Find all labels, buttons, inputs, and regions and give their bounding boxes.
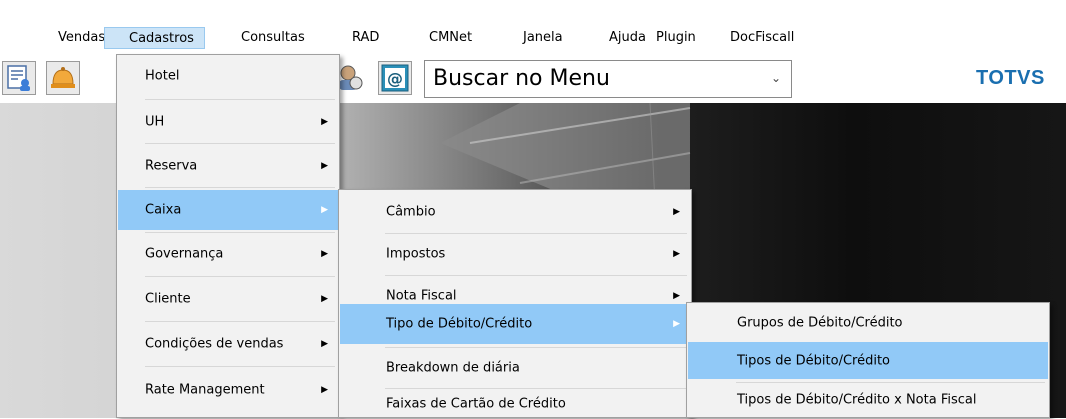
menu-separator <box>145 321 335 322</box>
menuitem-label: Impostos <box>386 246 446 262</box>
menu-consultas[interactable]: Consultas <box>241 27 305 49</box>
menuitem-condicoes-de-vendas[interactable]: Condições de vendas ▶ <box>118 323 338 365</box>
menu-bar: Vendas Cadastros Consultas RAD CMNet Jan… <box>0 0 1066 55</box>
menuitem-label: Breakdown de diária <box>386 360 520 376</box>
menu-separator <box>145 143 335 144</box>
menu-janela[interactable]: Janela <box>523 27 563 49</box>
bell-icon <box>51 67 75 88</box>
menuitem-uh[interactable]: UH ▶ <box>118 101 338 143</box>
menuitem-label: UH <box>145 114 165 130</box>
menu-rad[interactable]: RAD <box>352 27 379 49</box>
menuitem-grupos-de-debito-credito[interactable]: Grupos de Débito/Crédito <box>688 305 1048 341</box>
submenu-arrow-icon: ▶ <box>673 249 680 259</box>
menu-vendas[interactable]: Vendas <box>58 27 105 49</box>
menu-caixa-submenu: Câmbio ▶ Impostos ▶ Nota Fiscal ▶ Tipo d… <box>338 189 692 418</box>
menu-separator <box>145 99 335 100</box>
menuitem-label: Condições de vendas <box>145 336 284 352</box>
menuitem-label: Governança <box>145 246 224 262</box>
menuitem-tipos-de-debito-credito[interactable]: Tipos de Débito/Crédito <box>688 342 1048 379</box>
guest-card-icon <box>7 65 30 91</box>
guest-card-button[interactable] <box>2 61 36 95</box>
menu-ajuda[interactable]: Ajuda <box>609 27 646 49</box>
brand-logo: TOTVS <box>976 67 1045 89</box>
menu-docfiscall[interactable]: DocFiscall <box>730 27 794 49</box>
menuitem-label: Faixas de Cartão de Crédito <box>386 396 566 412</box>
menuitem-cambio[interactable]: Câmbio ▶ <box>340 192 690 232</box>
submenu-arrow-icon: ▶ <box>321 117 328 127</box>
menuitem-cliente[interactable]: Cliente ▶ <box>118 278 338 320</box>
menuitem-label: Grupos de Débito/Crédito <box>737 315 903 331</box>
menuitem-rate-management[interactable]: Rate Management ▶ <box>118 368 338 412</box>
submenu-arrow-icon: ▶ <box>321 249 328 259</box>
submenu-arrow-icon: ▶ <box>321 294 328 304</box>
menu-search-combobox[interactable]: Buscar no Menu ⌄ <box>424 60 792 98</box>
menuitem-reserva[interactable]: Reserva ▶ <box>118 145 338 187</box>
menuitem-label: Hotel <box>145 68 180 84</box>
menuitem-impostos[interactable]: Impostos ▶ <box>340 234 690 274</box>
menuitem-faixas-de-cartao-de-credito[interactable]: Faixas de Cartão de Crédito <box>340 389 690 419</box>
email-button[interactable]: @ <box>378 61 412 95</box>
menu-search-value: Buscar no Menu <box>433 66 610 91</box>
menuitem-label: Nota Fiscal <box>386 288 457 304</box>
menuitem-caixa[interactable]: Caixa ▶ <box>118 190 338 230</box>
menuitem-governanca[interactable]: Governança ▶ <box>118 233 338 275</box>
menuitem-hotel[interactable]: Hotel <box>118 57 338 95</box>
menu-cadastros-dropdown: Hotel UH ▶ Reserva ▶ Caixa ▶ Governança … <box>116 54 340 418</box>
menu-cadastros[interactable]: Cadastros <box>104 27 205 49</box>
menu-separator <box>145 187 335 188</box>
menu-separator <box>145 366 335 367</box>
menuitem-label: Tipo de Débito/Crédito <box>386 316 533 332</box>
menuitem-breakdown-de-diaria[interactable]: Breakdown de diária <box>340 348 690 388</box>
svg-text:@: @ <box>387 69 403 88</box>
menuitem-label: Reserva <box>145 158 198 174</box>
menu-plugin[interactable]: Plugin <box>656 27 696 49</box>
email-at-icon: @ <box>381 64 409 92</box>
menuitem-label: Cliente <box>145 291 191 307</box>
menuitem-tipos-de-debito-credito-x-nota-fiscal[interactable]: Tipos de Débito/Crédito x Nota Fiscal <box>688 383 1048 417</box>
menuitem-label: Câmbio <box>386 204 436 220</box>
submenu-arrow-icon: ▶ <box>673 207 680 217</box>
menuitem-label: Tipos de Débito/Crédito x Nota Fiscal <box>737 392 977 408</box>
submenu-arrow-icon: ▶ <box>321 205 328 215</box>
menuitem-label: Rate Management <box>145 382 265 398</box>
submenu-arrow-icon: ▶ <box>673 291 680 301</box>
menu-cmnet[interactable]: CMNet <box>429 27 472 49</box>
menuitem-label: Caixa <box>145 202 182 218</box>
menu-separator <box>145 276 335 277</box>
submenu-arrow-icon: ▶ <box>321 161 328 171</box>
menuitem-label: Tipos de Débito/Crédito <box>737 353 890 368</box>
submenu-arrow-icon: ▶ <box>321 339 328 349</box>
submenu-arrow-icon: ▶ <box>673 319 680 329</box>
bell-button[interactable] <box>46 61 80 95</box>
submenu-arrow-icon: ▶ <box>321 385 328 395</box>
menu-tipo-debito-submenu: Grupos de Débito/Crédito Tipos de Débito… <box>686 302 1050 418</box>
chevron-down-icon[interactable]: ⌄ <box>771 71 781 85</box>
menuitem-tipo-de-debito-credito[interactable]: Tipo de Débito/Crédito ▶ <box>340 304 690 344</box>
